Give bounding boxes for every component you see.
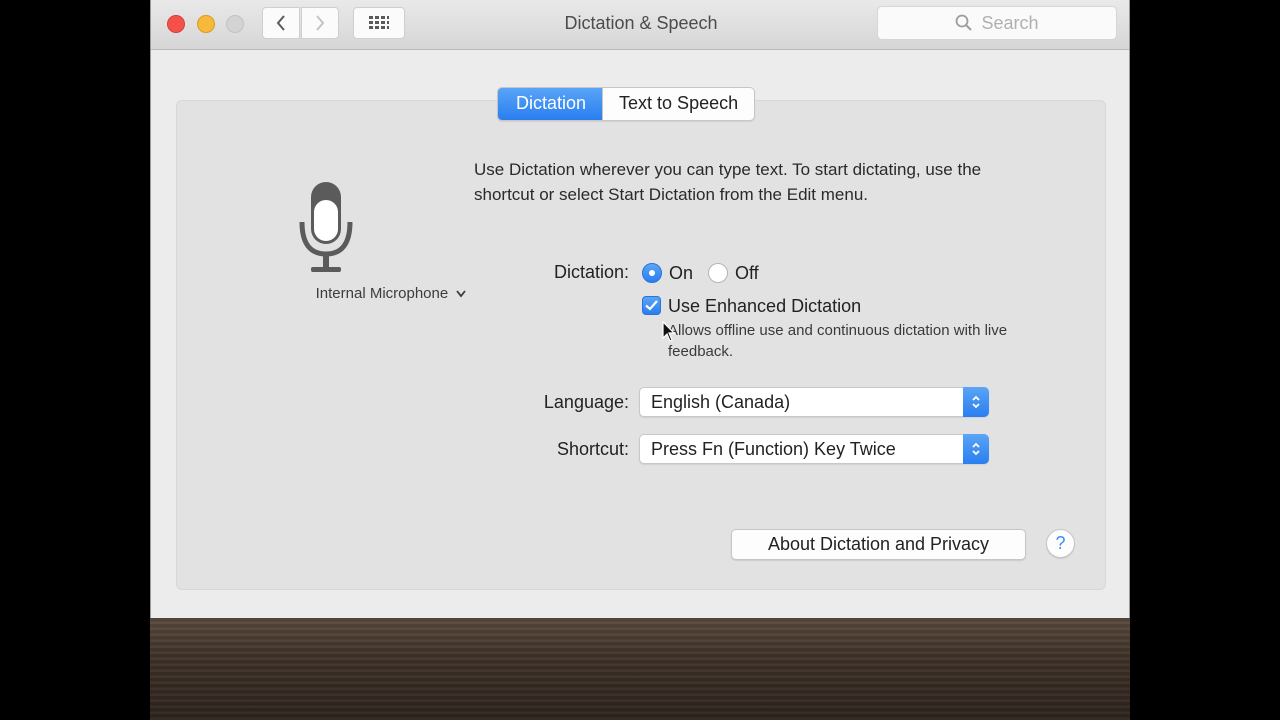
dictation-off-radio[interactable] [708,263,728,283]
shortcut-value: Press Fn (Function) Key Twice [651,439,896,459]
about-dictation-privacy-button[interactable]: About Dictation and Privacy [731,529,1026,560]
search-placeholder: Search [981,12,1039,33]
language-stepper-icon [963,387,989,417]
dictation-off-label[interactable]: Off [735,263,759,284]
intro-text: Use Dictation wherever you can type text… [474,160,982,204]
microphone-selector[interactable]: Internal Microphone [221,285,561,302]
dictation-on-label[interactable]: On [669,263,693,284]
tab-dictation[interactable]: Dictation [498,88,603,120]
microphone-icon [296,180,356,275]
preferences-window: Dictation & Speech Search Dictation Text… [150,0,1130,618]
enhanced-dictation-description: Allows offline use and continuous dictat… [668,322,1008,360]
microphone-label: Internal Microphone [315,285,449,302]
tab-text-to-speech[interactable]: Text to Speech [602,88,754,120]
language-popup[interactable]: English (Canada) [639,387,989,417]
title-bar: Dictation & Speech Search [151,0,1129,50]
mouse-cursor-icon [662,321,676,342]
checkmark-icon [645,300,658,311]
enhanced-dictation-checkbox[interactable] [642,296,661,315]
dictation-label: Dictation: [553,262,629,282]
search-icon [956,14,973,31]
tab-bar: Dictation Text to Speech [497,87,756,121]
language-value: English (Canada) [651,392,791,412]
language-label: Language: [543,392,629,412]
shortcut-stepper-icon [963,434,989,464]
shortcut-label: Shortcut: [556,439,629,459]
shortcut-popup[interactable]: Press Fn (Function) Key Twice [639,434,989,464]
search-field[interactable]: Search [877,6,1117,40]
chevron-down-icon [456,290,467,298]
enhanced-dictation-label[interactable]: Use Enhanced Dictation [668,296,861,317]
desktop-background [150,618,1130,720]
dictation-on-radio[interactable] [642,263,662,283]
help-button[interactable]: ? [1046,529,1075,558]
